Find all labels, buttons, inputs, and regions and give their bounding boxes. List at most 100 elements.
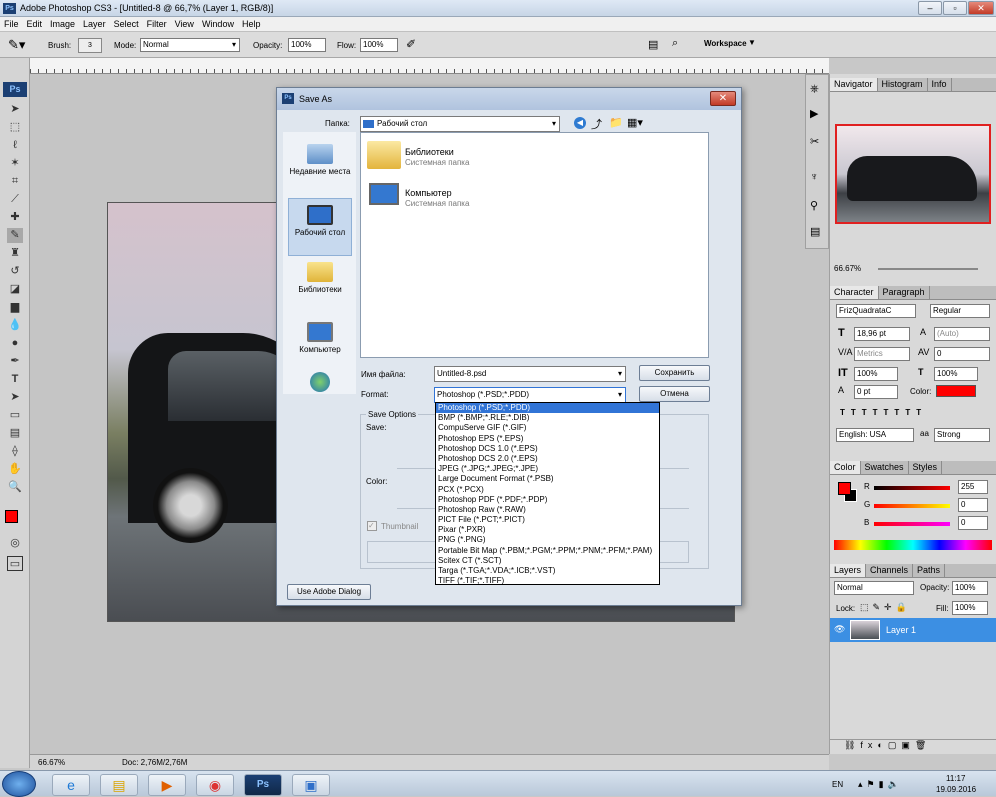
menu-window[interactable]: Window <box>198 17 238 29</box>
file-item-name[interactable]: Библиотеки <box>405 147 454 157</box>
clone-stamp-icon[interactable]: ♜ <box>7 246 23 261</box>
menu-file[interactable]: File <box>0 17 23 29</box>
format-option[interactable]: Large Document Format (*.PSB) <box>436 474 659 484</box>
tab-swatches[interactable]: Swatches <box>861 461 909 474</box>
tab-histogram[interactable]: Histogram <box>878 78 928 91</box>
back-icon[interactable]: ◀ <box>574 117 586 129</box>
tab-paragraph[interactable]: Paragraph <box>879 286 930 299</box>
menu-view[interactable]: View <box>171 17 198 29</box>
horizontal-scale-input[interactable]: 100% <box>934 367 978 381</box>
tab-layers[interactable]: Layers <box>830 564 867 577</box>
cancel-button[interactable]: Отмена <box>639 386 710 402</box>
menu-edit[interactable]: Edit <box>23 17 47 29</box>
tab-paths[interactable]: Paths <box>913 564 946 577</box>
brushes-panel-icon[interactable]: ♆ <box>810 171 818 183</box>
clone-source-icon[interactable]: ⚲ <box>810 199 818 212</box>
format-option[interactable]: Photoshop DCS 2.0 (*.EPS) <box>436 454 659 464</box>
tab-color[interactable]: Color <box>830 461 861 474</box>
tab-info[interactable]: Info <box>928 78 952 91</box>
format-option[interactable]: Photoshop Raw (*.RAW) <box>436 505 659 515</box>
save-button[interactable]: Сохранить <box>639 365 710 381</box>
view-menu-icon[interactable]: ▦▾ <box>627 116 643 129</box>
tray-icons[interactable]: ▴⚑▮🔈 <box>858 779 903 790</box>
folder-select[interactable]: Рабочий стол ▾ <box>360 116 560 132</box>
minimize-button[interactable]: – <box>918 1 942 15</box>
eraser-icon[interactable]: ◪ <box>7 282 23 297</box>
channel-b-slider[interactable] <box>874 522 950 526</box>
opacity-input[interactable]: 100% <box>288 38 326 52</box>
language-indicator[interactable]: EN <box>832 780 843 789</box>
new-folder-icon[interactable]: 📁 <box>609 116 623 129</box>
filename-input[interactable]: Untitled-8.psd ▾ <box>434 366 626 382</box>
baseline-shift-input[interactable]: 0 pt <box>854 385 898 399</box>
file-item-name[interactable]: Компьютер <box>405 188 452 198</box>
clock-date[interactable]: 19.09.2016 <box>936 785 976 794</box>
gradient-tool-icon[interactable]: ▆ <box>7 300 23 315</box>
format-option[interactable]: Portable Bit Map (*.PBM;*.PGM;*.PPM;*.PN… <box>436 546 659 556</box>
format-option[interactable]: PCX (*.PCX) <box>436 485 659 495</box>
actions-panel-icon[interactable]: ▶ <box>810 107 818 120</box>
color-fg-swatch[interactable] <box>838 482 851 495</box>
status-doc-size[interactable]: Doc: 2,76M/2,76M <box>122 758 187 767</box>
chrome-taskbar-icon[interactable]: ◉ <box>196 774 234 796</box>
fill-input[interactable]: 100% <box>952 601 988 615</box>
blur-tool-icon[interactable]: 💧 <box>7 318 23 333</box>
menu-select[interactable]: Select <box>110 17 143 29</box>
channel-r-input[interactable]: 255 <box>958 480 988 494</box>
format-option[interactable]: Photoshop DCS 1.0 (*.EPS) <box>436 444 659 454</box>
notes-tool-icon[interactable]: ▤ <box>7 426 23 441</box>
workspace-menu[interactable]: Workspace <box>704 39 747 48</box>
hand-tool-icon[interactable]: ✋ <box>7 462 23 477</box>
marquee-tool-icon[interactable]: ⬚ <box>7 120 23 135</box>
place-network[interactable] <box>288 372 352 395</box>
navigator-preview[interactable] <box>835 124 991 224</box>
format-option[interactable]: JPEG (*.JPG;*.JPEG;*.JPE) <box>436 464 659 474</box>
vertical-scale-input[interactable]: 100% <box>854 367 898 381</box>
crop-tool-icon[interactable]: ⌗ <box>7 174 23 189</box>
format-option[interactable]: Photoshop PDF (*.PDF;*.PDP) <box>436 495 659 505</box>
kerning-input[interactable]: Metrics <box>854 347 910 361</box>
format-option[interactable]: TIFF (*.TIF;*.TIFF) <box>436 576 659 586</box>
type-tool-icon[interactable]: T <box>7 372 23 387</box>
tab-character[interactable]: Character <box>830 286 879 299</box>
layer-row[interactable]: 👁 Layer 1 <box>830 618 996 642</box>
dialog-close-button[interactable]: ✕ <box>710 91 736 106</box>
font-style-buttons[interactable]: TTTTTTTT <box>840 408 927 417</box>
layer-name[interactable]: Layer 1 <box>886 625 916 635</box>
tab-channels[interactable]: Channels <box>866 564 914 577</box>
workspace-chevron-icon[interactable]: ▼ <box>748 38 756 47</box>
layer-comps-icon[interactable]: ▤ <box>810 225 820 238</box>
lock-icons[interactable]: ⬚✎✛🔒 <box>860 602 911 613</box>
shape-tool-icon[interactable]: ▭ <box>7 408 23 423</box>
use-adobe-dialog-button[interactable]: Use Adobe Dialog <box>287 584 371 600</box>
menu-help[interactable]: Help <box>238 17 265 29</box>
font-family-select[interactable]: FrizQuadrataC <box>836 304 916 318</box>
pen-tool-icon[interactable]: ✒ <box>7 354 23 369</box>
place-desktop[interactable]: Рабочий стол <box>288 198 352 256</box>
place-libraries[interactable]: Библиотеки <box>288 262 352 294</box>
format-option[interactable]: Scitex CT (*.SCT) <box>436 556 659 566</box>
language-select[interactable]: English: USA <box>836 428 914 442</box>
mode-select[interactable]: Normal ▾ <box>140 38 240 52</box>
navigator-zoom-slider[interactable] <box>878 268 978 270</box>
format-option[interactable]: Pixar (*.PXR) <box>436 525 659 535</box>
text-color-swatch[interactable] <box>936 385 976 397</box>
tab-navigator[interactable]: Navigator <box>830 78 878 91</box>
format-option[interactable]: Targa (*.TGA;*.VDA;*.ICB;*.VST) <box>436 566 659 576</box>
format-option[interactable]: PICT File (*.PCT;*.PICT) <box>436 515 659 525</box>
foreground-color-swatch[interactable] <box>5 510 18 523</box>
format-option[interactable]: PNG (*.PNG) <box>436 535 659 545</box>
format-option[interactable]: CompuServe GIF (*.GIF) <box>436 423 659 433</box>
thumbnail-checkbox[interactable]: ✓ <box>367 521 377 531</box>
tab-styles[interactable]: Styles <box>909 461 943 474</box>
layer-opacity-input[interactable]: 100% <box>952 581 988 595</box>
format-select[interactable]: Photoshop (*.PSD;*.PDD) ▾ <box>434 387 626 403</box>
font-style-select[interactable]: Regular <box>930 304 990 318</box>
move-tool-icon[interactable]: ➤ <box>7 102 23 117</box>
menu-image[interactable]: Image <box>46 17 79 29</box>
brush-tool-icon-active[interactable]: ✎ <box>7 228 23 243</box>
layers-footer-icons[interactable]: ⛓fx◐▢▣🗑 <box>830 739 996 753</box>
dodge-tool-icon[interactable]: ● <box>7 336 23 351</box>
brush-tool-icon[interactable]: ✎▾ <box>8 37 25 53</box>
explorer-taskbar-icon[interactable]: ▤ <box>100 774 138 796</box>
